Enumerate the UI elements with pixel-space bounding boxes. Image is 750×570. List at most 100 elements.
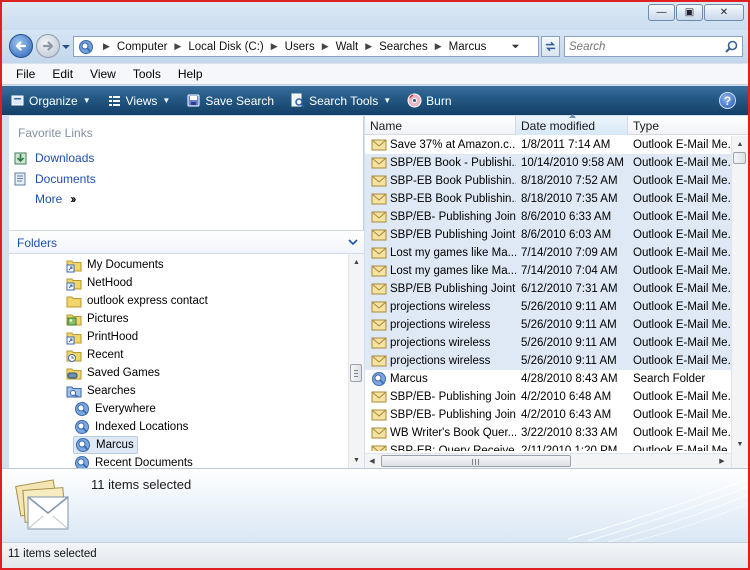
search-input[interactable]	[565, 37, 715, 56]
file-row[interactable]: Lost my games like Ma... 7/14/2010 7:09 A…	[365, 244, 731, 262]
file-row[interactable]: SBP/EB Publishing Joint... 8/6/2010 6:03 …	[365, 226, 731, 244]
file-row[interactable]: SBP/EB Book - Publishi... 10/14/2010 9:58…	[365, 154, 731, 172]
scroll-left-icon[interactable]: ◀	[365, 454, 379, 468]
folder-tree-scrollbar[interactable]: ▲ ▼	[348, 254, 364, 468]
folder-tree-item[interactable]: Recent	[65, 346, 126, 364]
file-row[interactable]: SBP-EB Book Publishin... 8/18/2010 7:35 A…	[365, 190, 731, 208]
favorite-more-link[interactable]: More ››	[35, 192, 76, 206]
breadcrumb-computer[interactable]: Computer ▶	[117, 41, 188, 53]
file-row[interactable]: projections wireless 5/26/2010 9:11 AM Out…	[365, 298, 731, 316]
folders-header[interactable]: Folders	[9, 230, 364, 254]
file-name: WB Writer's Book Quer...	[390, 427, 516, 439]
address-dropdown-icon[interactable]	[511, 42, 520, 51]
file-row[interactable]: SBP/EB Publishing Joint... 6/12/2010 7:31…	[365, 280, 731, 298]
folder-tree-item[interactable]: Searches	[65, 382, 139, 400]
file-row[interactable]: SBP/EB- Publishing Join... 4/2/2010 6:43 …	[365, 406, 731, 424]
history-dropdown-icon[interactable]	[61, 42, 71, 52]
menu-tools[interactable]: Tools	[131, 67, 163, 81]
file-row[interactable]: Marcus 4/28/2010 8:43 AM Search Folder	[365, 370, 731, 388]
address-bar[interactable]: ▶ Computer ▶ Local Disk (C:) ▶ Users ▶ Walt…	[73, 36, 539, 57]
save-search-button[interactable]: Save Search	[186, 93, 274, 108]
file-type: Outlook E-Mail Me...	[633, 337, 731, 349]
search-folder-icon	[75, 437, 91, 453]
breadcrumb-users[interactable]: Users ▶	[285, 41, 336, 53]
maximize-button[interactable]: ▣	[676, 4, 703, 21]
file-list-horizontal-scrollbar[interactable]: ◀ ▶	[365, 453, 731, 468]
file-row[interactable]: SBP-EB: Query Receive... 2/11/2010 1:20 P…	[365, 442, 731, 451]
file-name-cell: SBP-EB: Query Receive...	[371, 442, 516, 451]
scroll-right-icon[interactable]: ▶	[715, 454, 729, 468]
scroll-down-icon[interactable]: ▼	[349, 452, 364, 468]
breadcrumb-searches[interactable]: Searches ▶	[379, 41, 449, 53]
mail-icon	[371, 137, 387, 153]
views-button[interactable]: Views ▼	[107, 93, 170, 108]
menu-file[interactable]: File	[14, 67, 37, 81]
menu-view[interactable]: View	[88, 67, 118, 81]
breadcrumb-local-disk[interactable]: Local Disk (C:) ▶	[188, 41, 284, 53]
chevron-right-icon[interactable]: ▶	[435, 41, 442, 52]
close-icon: ✕	[719, 7, 729, 18]
search-icon[interactable]	[725, 40, 738, 53]
folder-tree-item[interactable]: NetHood	[65, 274, 135, 292]
folder-tree-item[interactable]: My Documents	[65, 256, 167, 274]
burn-button[interactable]: Burn	[407, 93, 452, 108]
file-date: 2/11/2010 1:20 PM	[521, 445, 618, 451]
column-header-name[interactable]: Name	[365, 116, 516, 135]
scrollbar-thumb[interactable]	[381, 455, 571, 467]
file-row[interactable]: projections wireless 5/26/2010 9:11 AM Out…	[365, 352, 731, 370]
chevron-right-icon[interactable]: ▶	[174, 41, 181, 52]
folder-tree-item[interactable]: Everywhere	[73, 400, 159, 418]
favorite-downloads[interactable]: Downloads	[14, 150, 94, 165]
file-row[interactable]: projections wireless 5/26/2010 9:11 AM Out…	[365, 316, 731, 334]
breadcrumb-marcus[interactable]: Marcus	[449, 41, 487, 53]
help-button[interactable]: ?	[719, 92, 736, 109]
folder-tree-item[interactable]: outlook express contact	[65, 292, 211, 310]
scroll-down-icon[interactable]: ▼	[732, 436, 748, 452]
folder-tree-item[interactable]: Saved Games	[65, 364, 163, 382]
search-box[interactable]	[564, 36, 743, 57]
file-row[interactable]: SBP-EB Book Publishin... 8/18/2010 7:52 A…	[365, 172, 731, 190]
folder-tree-item[interactable]: PrintHood	[65, 328, 141, 346]
scrollbar-thumb[interactable]	[350, 364, 362, 382]
file-date: 8/18/2010 7:52 AM	[521, 175, 618, 187]
chevron-right-icon[interactable]: ▶	[271, 41, 278, 52]
favorite-documents[interactable]: Documents	[14, 171, 96, 186]
close-button[interactable]: ✕	[704, 4, 744, 21]
search-tools-button[interactable]: Search Tools ▼	[290, 93, 391, 108]
file-type: Outlook E-Mail Me...	[633, 265, 731, 277]
folder-tree-item[interactable]: Indexed Locations	[73, 418, 191, 436]
file-name: SBP/EB Book - Publishi...	[390, 157, 516, 169]
column-header-date-modified[interactable]: Date modified	[516, 114, 628, 135]
organize-button[interactable]: Organize ▼	[10, 93, 91, 108]
searches-folder-icon	[66, 383, 82, 399]
breadcrumb-walt[interactable]: Walt ▶	[336, 41, 380, 53]
scroll-up-icon[interactable]: ▲	[732, 136, 748, 152]
file-row[interactable]: Lost my games like Ma... 7/14/2010 7:04 A…	[365, 262, 731, 280]
file-row[interactable]: SBP/EB- Publishing Joint... 8/6/2010 6:33…	[365, 208, 731, 226]
column-header-type[interactable]: Type	[628, 116, 748, 135]
file-row[interactable]: WB Writer's Book Quer... 3/22/2010 8:33 A…	[365, 424, 731, 442]
folder-tree-item[interactable]: Recent Documents	[73, 454, 196, 468]
file-row[interactable]: projections wireless 5/26/2010 9:11 AM Out…	[365, 334, 731, 352]
folder-icon	[66, 293, 82, 309]
file-type: Outlook E-Mail Me...	[633, 319, 731, 331]
chevron-down-icon[interactable]	[348, 237, 358, 247]
breadcrumb-root-chevron[interactable]: ▶	[98, 41, 117, 52]
back-button[interactable]	[9, 34, 33, 58]
chevron-right-icon[interactable]: ▶	[322, 41, 329, 52]
search-folder-icon	[74, 455, 90, 468]
file-list-vertical-scrollbar[interactable]: ▲ ▼	[731, 136, 748, 468]
scroll-up-icon[interactable]: ▲	[349, 254, 364, 270]
menu-help[interactable]: Help	[176, 67, 205, 81]
saved-games-icon	[66, 365, 82, 381]
file-row[interactable]: SBP/EB- Publishing Join... 4/2/2010 6:48 …	[365, 388, 731, 406]
scrollbar-thumb[interactable]	[733, 152, 746, 164]
menu-edit[interactable]: Edit	[50, 67, 75, 81]
file-row[interactable]: Save 37% at Amazon.c... 1/8/2011 7:14 AM O…	[365, 136, 731, 154]
minimize-button[interactable]: —	[648, 4, 675, 21]
chevron-right-icon[interactable]: ▶	[365, 41, 372, 52]
folder-tree-item[interactable]: Pictures	[65, 310, 132, 328]
forward-button[interactable]	[36, 34, 60, 58]
refresh-button[interactable]	[541, 36, 560, 57]
folder-tree-item[interactable]: Marcus	[73, 436, 138, 454]
